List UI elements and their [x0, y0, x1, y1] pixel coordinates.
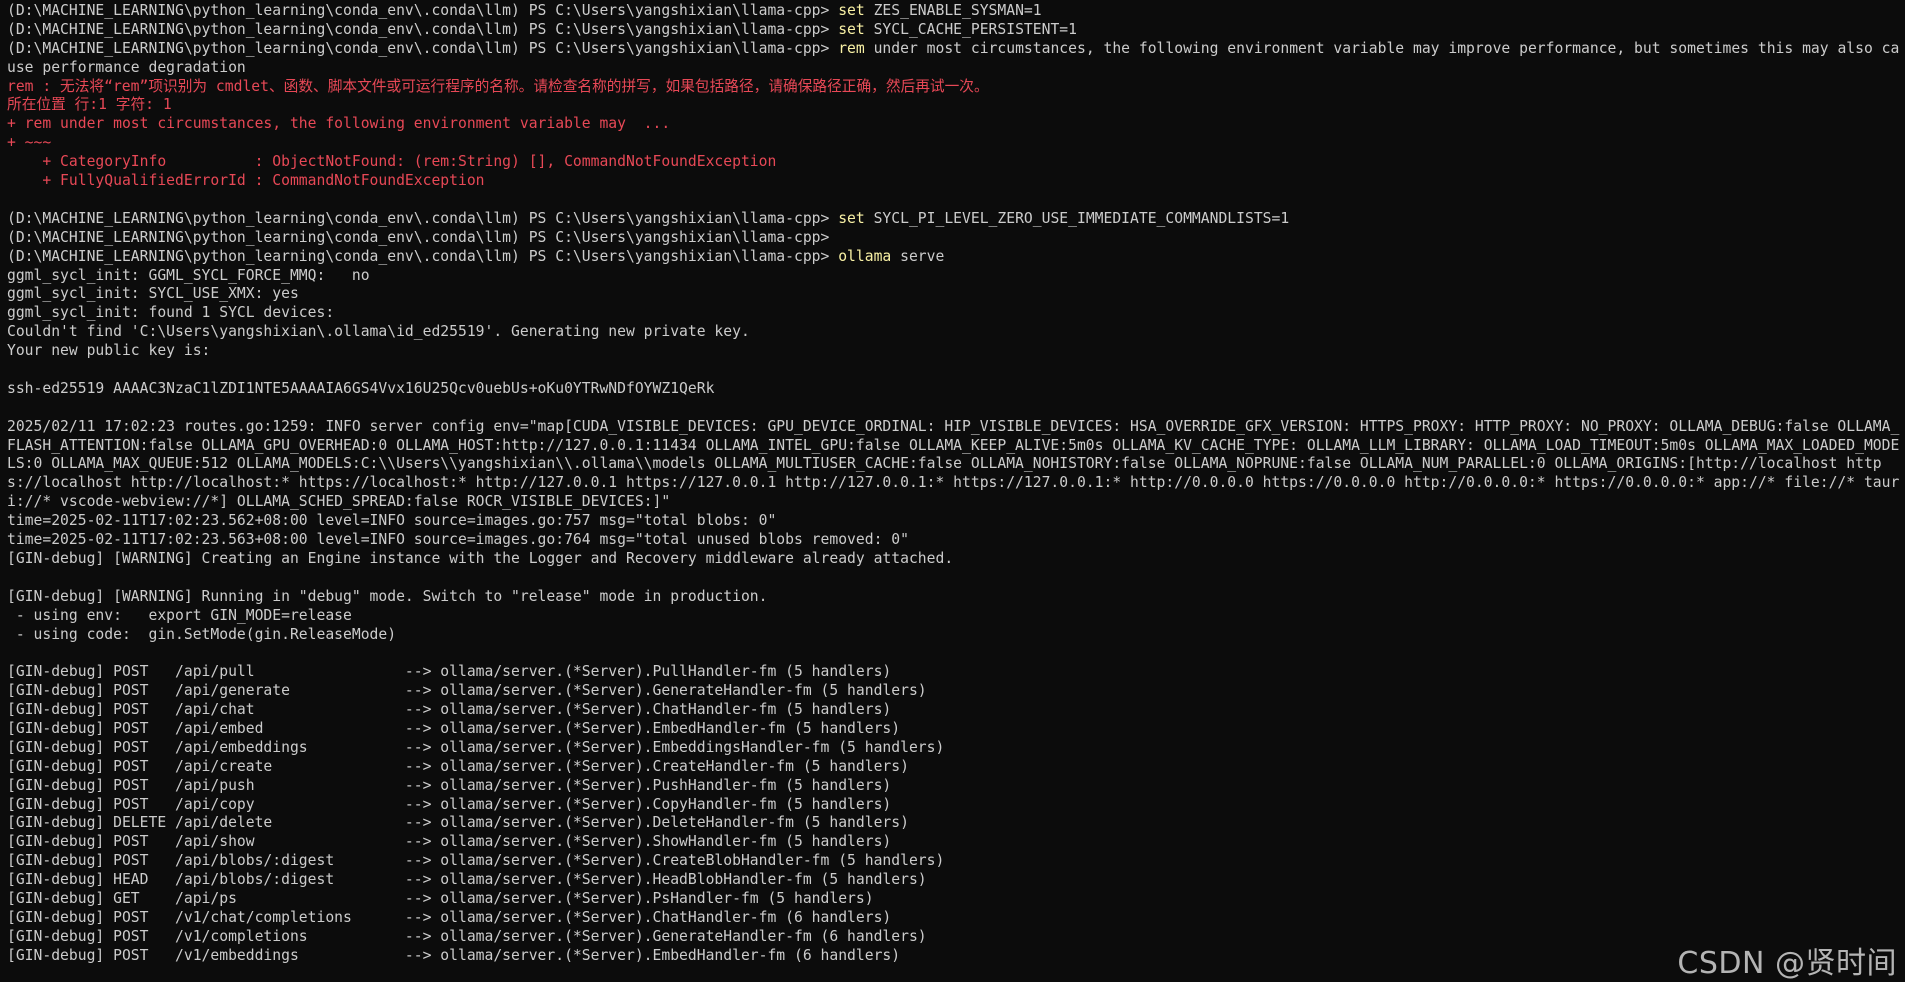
output-text: Couldn't find 'C:\Users\yangshixian\.oll… [7, 323, 750, 341]
output-text: ggml_sycl_init: found 1 SYCL devices: [7, 304, 335, 322]
output-text: 2025/02/11 17:02:23 routes.go:1259: INFO… [7, 417, 1900, 511]
terminal-line: (D:\MACHINE_LEARNING\python_learning\con… [7, 21, 1905, 40]
error-text: + FullyQualifiedErrorId : CommandNotFoun… [7, 172, 485, 190]
output-text: [GIN-debug] HEAD /api/blobs/:digest --> … [7, 871, 927, 889]
output-text: Your new public key is: [7, 342, 211, 360]
output-text: [GIN-debug] POST /api/show --> ollama/se… [7, 833, 892, 851]
terminal-line: + CategoryInfo : ObjectNotFound: (rem:St… [7, 153, 1905, 172]
terminal-line: [GIN-debug] POST /v1/completions --> oll… [7, 928, 1905, 947]
error-text: 所在位置 行:1 字符: 1 [7, 96, 172, 114]
output-text: [GIN-debug] POST /v1/completions --> oll… [7, 927, 927, 945]
output-text: [GIN-debug] POST /api/pull --> ollama/se… [7, 663, 892, 681]
terminal-line: + ~~~ [7, 134, 1905, 153]
terminal-line: [GIN-debug] POST /api/embed --> ollama/s… [7, 720, 1905, 739]
output-text: [GIN-debug] POST /api/blobs/:digest --> … [7, 852, 945, 870]
terminal-line: time=2025-02-11T17:02:23.562+08:00 level… [7, 512, 1905, 531]
output-text: [GIN-debug] POST /api/embeddings --> oll… [7, 738, 945, 756]
terminal-line: - using env: export GIN_MODE=release [7, 607, 1905, 626]
terminal-line: Couldn't find 'C:\Users\yangshixian\.oll… [7, 323, 1905, 342]
terminal-line: [GIN-debug] HEAD /api/blobs/:digest --> … [7, 871, 1905, 890]
command-keyword: ollama [838, 247, 892, 265]
output-text: [GIN-debug] [WARNING] Running in "debug"… [7, 587, 768, 605]
output-text: SYCL_PI_LEVEL_ZERO_USE_IMMEDIATE_COMMAND… [864, 209, 1290, 227]
terminal-line: (D:\MACHINE_LEARNING\python_learning\con… [7, 229, 1905, 248]
terminal-line: [GIN-debug] DELETE /api/delete --> ollam… [7, 814, 1905, 833]
output-text: [GIN-debug] GET /api/ps --> ollama/serve… [7, 889, 874, 907]
command-keyword: set [838, 209, 865, 227]
output-text: [GIN-debug] [WARNING] Creating an Engine… [7, 549, 954, 567]
terminal-line: [GIN-debug] POST /api/embeddings --> oll… [7, 739, 1905, 758]
output-text: [GIN-debug] POST /v1/chat/completions --… [7, 908, 892, 926]
terminal-line: [GIN-debug] POST /api/generate --> ollam… [7, 682, 1905, 701]
terminal-line: time=2025-02-11T17:02:23.563+08:00 level… [7, 531, 1905, 550]
terminal-line: [GIN-debug] POST /v1/chat/completions --… [7, 909, 1905, 928]
output-text: serve [891, 247, 945, 265]
output-text: ZES_ENABLE_SYSMAN=1 [864, 2, 1042, 19]
terminal-line: [GIN-debug] POST /api/copy --> ollama/se… [7, 796, 1905, 815]
output-text: - using env: export GIN_MODE=release [7, 606, 352, 624]
terminal-line: + FullyQualifiedErrorId : CommandNotFoun… [7, 172, 1905, 191]
terminal-line: [GIN-debug] POST /api/pull --> ollama/se… [7, 663, 1905, 682]
error-text: + rem under most circumstances, the foll… [7, 115, 671, 133]
command-keyword: rem [838, 39, 865, 57]
terminal-line: 2025/02/11 17:02:23 routes.go:1259: INFO… [7, 418, 1905, 513]
output-text: [GIN-debug] POST /api/create --> ollama/… [7, 757, 909, 775]
terminal-line: ssh-ed25519 AAAAC3NzaC1lZDI1NTE5AAAAIA6G… [7, 380, 1905, 399]
output-text: (D:\MACHINE_LEARNING\python_learning\con… [7, 247, 839, 265]
terminal-line: + rem under most circumstances, the foll… [7, 115, 1905, 134]
output-text: [GIN-debug] POST /v1/embeddings --> olla… [7, 946, 901, 964]
watermark: CSDN @贤时间 [1677, 946, 1897, 982]
terminal-line: ggml_sycl_init: SYCL_USE_XMX: yes [7, 285, 1905, 304]
output-text: (D:\MACHINE_LEARNING\python_learning\con… [7, 228, 830, 246]
error-text: + ~~~ [7, 134, 52, 152]
output-text: [GIN-debug] POST /api/push --> ollama/se… [7, 776, 892, 794]
terminal-line: (D:\MACHINE_LEARNING\python_learning\con… [7, 210, 1905, 229]
output-text: [GIN-debug] POST /api/embed --> ollama/s… [7, 719, 901, 737]
output-text: SYCL_CACHE_PERSISTENT=1 [864, 20, 1077, 38]
terminal-line: [GIN-debug] POST /api/blobs/:digest --> … [7, 852, 1905, 871]
error-text: rem : 无法将“rem”项识别为 cmdlet、函数、脚本文件或可运行程序的… [7, 77, 989, 95]
terminal-line: [GIN-debug] [WARNING] Creating an Engine… [7, 550, 1905, 569]
output-text: (D:\MACHINE_LEARNING\python_learning\con… [7, 20, 839, 38]
terminal-window[interactable]: (D:\MACHINE_LEARNING\python_learning\con… [0, 0, 1905, 982]
command-keyword: set [838, 20, 865, 38]
terminal-line: 所在位置 行:1 字符: 1 [7, 96, 1905, 115]
command-keyword: set [838, 2, 865, 19]
terminal-line: - using code: gin.SetMode(gin.ReleaseMod… [7, 626, 1905, 645]
terminal-line: ggml_sycl_init: found 1 SYCL devices: [7, 304, 1905, 323]
output-text: (D:\MACHINE_LEARNING\python_learning\con… [7, 209, 839, 227]
terminal-line: (D:\MACHINE_LEARNING\python_learning\con… [7, 248, 1905, 267]
output-text: time=2025-02-11T17:02:23.562+08:00 level… [7, 512, 777, 530]
output-text: [GIN-debug] POST /api/generate --> ollam… [7, 682, 927, 700]
terminal-line: [GIN-debug] POST /api/create --> ollama/… [7, 758, 1905, 777]
output-text: (D:\MACHINE_LEARNING\python_learning\con… [7, 2, 839, 19]
terminal-line: (D:\MACHINE_LEARNING\python_learning\con… [7, 2, 1905, 21]
output-text: (D:\MACHINE_LEARNING\python_learning\con… [7, 39, 839, 57]
terminal-line: [GIN-debug] POST /api/chat --> ollama/se… [7, 701, 1905, 720]
terminal-line: [GIN-debug] POST /api/push --> ollama/se… [7, 777, 1905, 796]
output-text: - using code: gin.SetMode(gin.ReleaseMod… [7, 625, 397, 643]
output-text: ggml_sycl_init: GGML_SYCL_FORCE_MMQ: no [7, 266, 370, 284]
terminal-line: rem : 无法将“rem”项识别为 cmdlet、函数、脚本文件或可运行程序的… [7, 78, 1905, 97]
terminal-line: [GIN-debug] POST /api/show --> ollama/se… [7, 833, 1905, 852]
output-text: ssh-ed25519 AAAAC3NzaC1lZDI1NTE5AAAAIA6G… [7, 379, 715, 397]
terminal-line: ggml_sycl_init: GGML_SYCL_FORCE_MMQ: no [7, 267, 1905, 286]
terminal-line: Your new public key is: [7, 342, 1905, 361]
output-text: ggml_sycl_init: SYCL_USE_XMX: yes [7, 285, 299, 303]
output-text: [GIN-debug] DELETE /api/delete --> ollam… [7, 814, 909, 832]
output-text: time=2025-02-11T17:02:23.563+08:00 level… [7, 531, 909, 549]
error-text: + CategoryInfo : ObjectNotFound: (rem:St… [7, 153, 777, 171]
output-text: [GIN-debug] POST /api/copy --> ollama/se… [7, 795, 892, 813]
terminal-output: (D:\MACHINE_LEARNING\python_learning\con… [7, 2, 1905, 966]
terminal-line: [GIN-debug] [WARNING] Running in "debug"… [7, 588, 1905, 607]
terminal-line: (D:\MACHINE_LEARNING\python_learning\con… [7, 40, 1905, 78]
output-text: [GIN-debug] POST /api/chat --> ollama/se… [7, 701, 892, 719]
terminal-line: [GIN-debug] POST /v1/embeddings --> olla… [7, 947, 1905, 966]
terminal-line: [GIN-debug] GET /api/ps --> ollama/serve… [7, 890, 1905, 909]
